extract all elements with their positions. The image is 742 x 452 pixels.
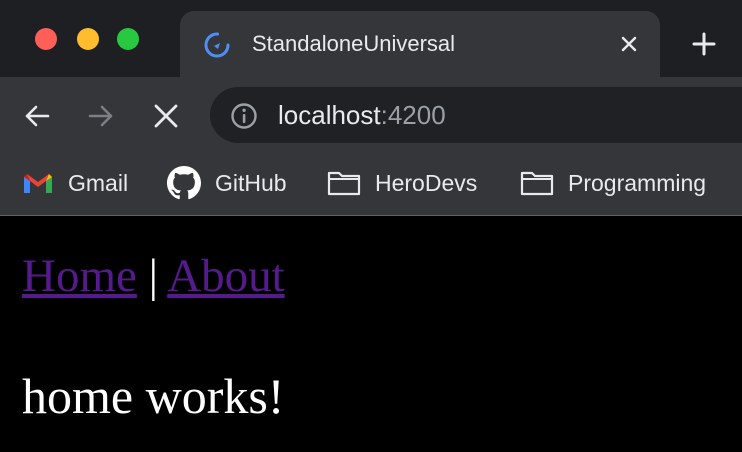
- url-port: :4200: [380, 100, 446, 130]
- bookmark-label: HeroDevs: [375, 169, 478, 196]
- window-minimize-button[interactable]: [77, 28, 99, 50]
- gmail-icon: [24, 174, 52, 193]
- browser-tab[interactable]: StandaloneUniversal: [180, 11, 660, 77]
- bookmark-label: Programming: [568, 169, 707, 196]
- github-icon: [167, 166, 201, 200]
- bookmarks-bar: Gmail GitHub HeroDevs Programming: [0, 153, 742, 216]
- about-link[interactable]: About: [167, 250, 285, 302]
- folder-icon: [327, 171, 361, 196]
- window-close-button[interactable]: [35, 28, 57, 50]
- home-link[interactable]: Home: [22, 250, 137, 302]
- bookmark-gmail[interactable]: Gmail: [22, 163, 128, 203]
- window-titlebar: StandaloneUniversal: [0, 0, 742, 77]
- bookmark-herodevs[interactable]: HeroDevs: [327, 163, 477, 203]
- address-bar[interactable]: localhost:4200: [210, 87, 742, 143]
- url-text[interactable]: localhost:4200: [278, 100, 446, 130]
- plus-icon[interactable]: [690, 30, 718, 58]
- close-icon[interactable]: [618, 33, 640, 55]
- page-content: Home | About home works!: [0, 216, 742, 452]
- page-heading: home works!: [22, 368, 285, 424]
- arrow-right-icon[interactable]: [86, 101, 116, 131]
- info-icon[interactable]: [230, 102, 258, 130]
- bookmark-github[interactable]: GitHub: [167, 163, 287, 203]
- bookmark-label: GitHub: [215, 169, 287, 196]
- page-nav: Home | About: [22, 246, 285, 306]
- window-maximize-button[interactable]: [117, 28, 139, 50]
- nav-separator: |: [148, 250, 159, 302]
- arrow-left-icon[interactable]: [22, 101, 52, 131]
- url-host: localhost: [278, 100, 381, 130]
- angular-loading-icon: [204, 32, 230, 58]
- stop-loading-icon[interactable]: [151, 101, 181, 131]
- bookmark-programming[interactable]: Programming: [520, 163, 706, 203]
- bookmark-label: Gmail: [68, 169, 129, 196]
- tab-title: StandaloneUniversal: [252, 31, 456, 56]
- browser-toolbar: localhost:4200: [0, 77, 742, 153]
- folder-icon: [520, 171, 554, 196]
